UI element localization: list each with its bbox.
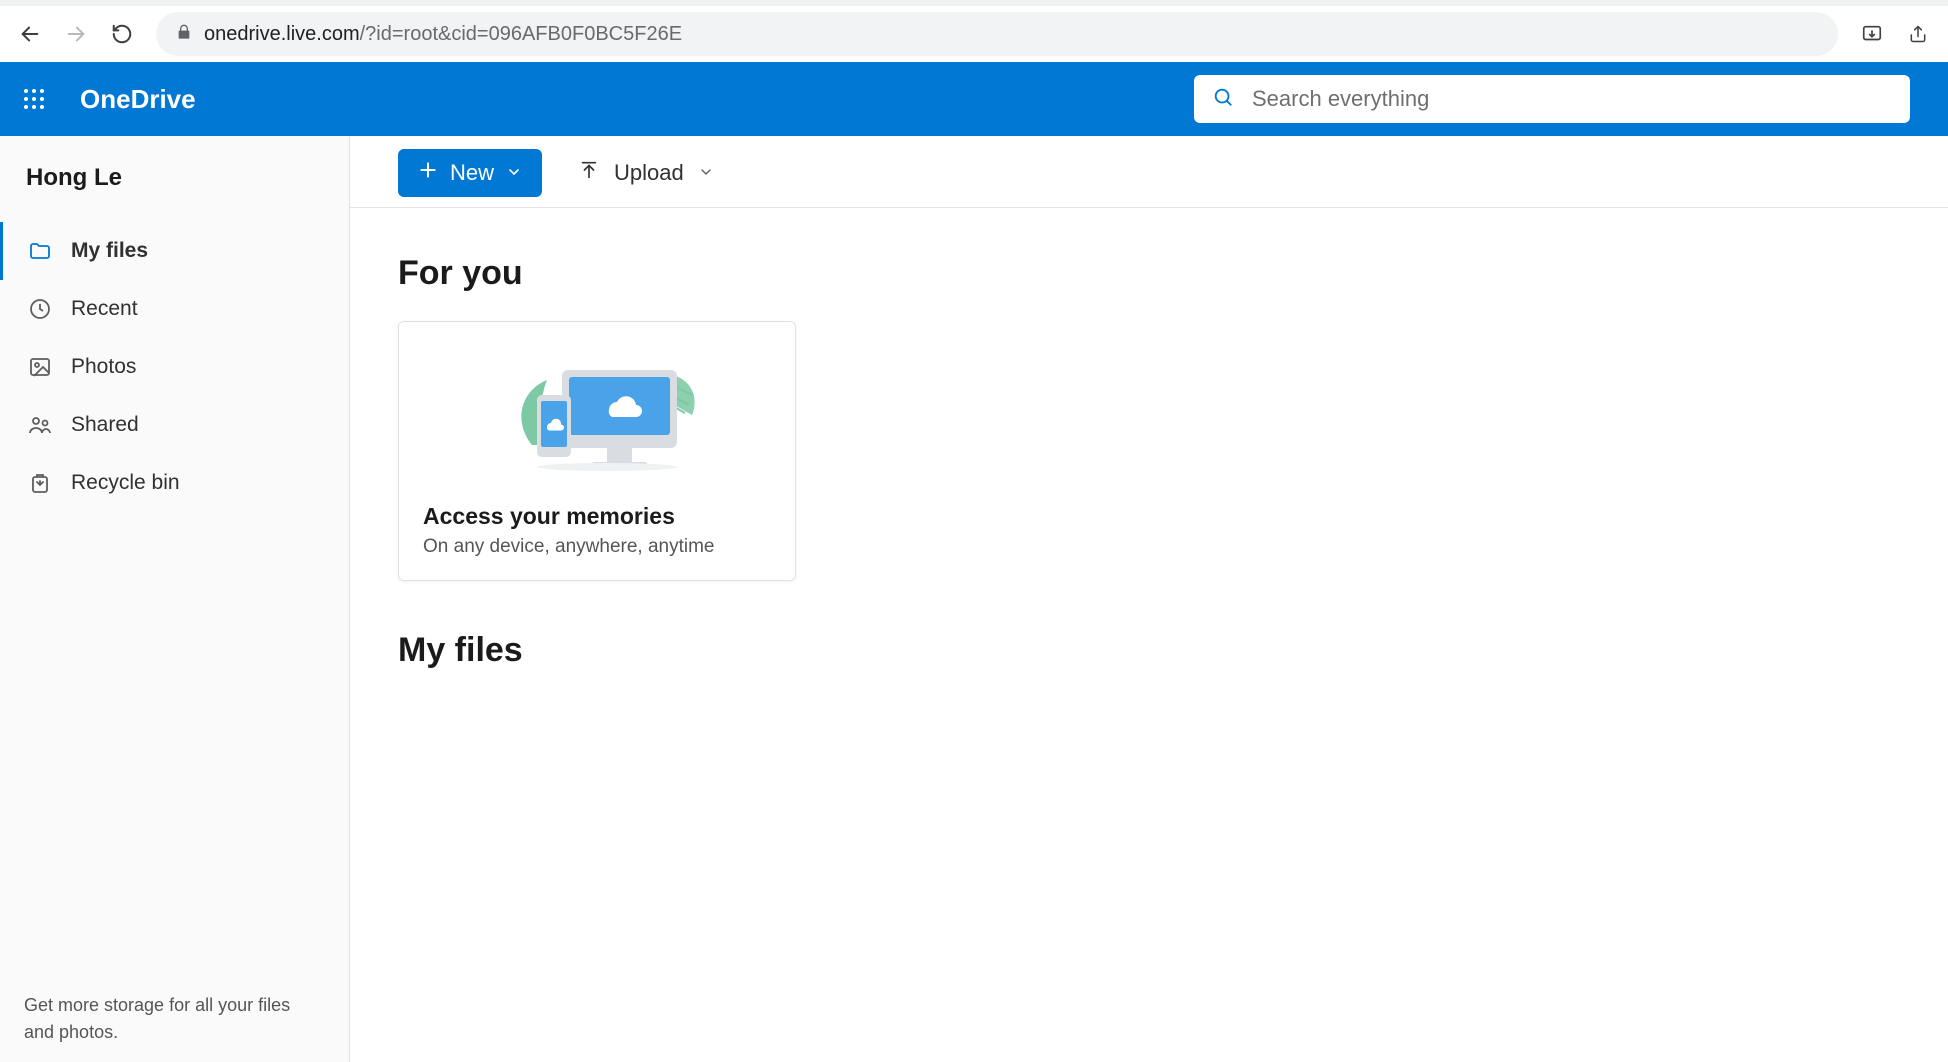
- sidebar-item-label: Recycle bin: [71, 471, 180, 495]
- url-path: /?id=root&cid=096AFB0F0BC5F26E: [360, 23, 682, 45]
- sidebar-storage-promo[interactable]: Get more storage for all your files and …: [0, 976, 349, 1062]
- lock-icon: [176, 23, 192, 46]
- for-you-heading: For you: [398, 254, 1900, 293]
- folder-icon: [27, 239, 53, 263]
- search-icon: [1212, 86, 1234, 113]
- plus-icon: [418, 160, 438, 186]
- app-launcher-button[interactable]: [8, 73, 60, 125]
- address-bar[interactable]: onedrive.live.com/?id=root&cid=096AFB0F0…: [156, 12, 1838, 56]
- new-button-label: New: [450, 160, 494, 186]
- clock-icon: [27, 297, 53, 321]
- main-content: New Upload For you: [350, 136, 1948, 1062]
- sidebar-item-label: Shared: [71, 413, 139, 437]
- new-button[interactable]: New: [398, 149, 542, 197]
- sidebar-item-label: Recent: [71, 297, 138, 321]
- sidebar-item-my-files[interactable]: My files: [0, 222, 349, 280]
- url-text: onedrive.live.com/?id=root&cid=096AFB0F0…: [204, 23, 682, 46]
- reload-button[interactable]: [110, 22, 134, 46]
- upload-button-label: Upload: [614, 160, 684, 186]
- sidebar-item-label: Photos: [71, 355, 136, 379]
- command-bar: New Upload: [350, 138, 1948, 208]
- card-illustration: [399, 322, 795, 487]
- url-host: onedrive.live.com: [204, 23, 360, 45]
- sidebar-item-recycle-bin[interactable]: Recycle bin: [0, 454, 349, 512]
- chevron-down-icon: [506, 160, 522, 186]
- upload-icon: [578, 159, 600, 187]
- install-app-icon[interactable]: [1860, 22, 1884, 46]
- sidebar-item-photos[interactable]: Photos: [0, 338, 349, 396]
- sidebar-item-recent[interactable]: Recent: [0, 280, 349, 338]
- sidebar: Hong Le My files Recent Photos Shared: [0, 136, 350, 1062]
- upload-button[interactable]: Upload: [570, 149, 722, 197]
- share-icon[interactable]: [1906, 22, 1930, 46]
- memories-card[interactable]: Access your memories On any device, anyw…: [398, 321, 796, 581]
- card-title: Access your memories: [423, 503, 771, 530]
- search-box[interactable]: [1194, 75, 1910, 123]
- for-you-section: For you: [350, 208, 1948, 601]
- recycle-icon: [27, 471, 53, 495]
- back-button[interactable]: [18, 22, 42, 46]
- browser-toolbar: onedrive.live.com/?id=root&cid=096AFB0F0…: [0, 0, 1948, 62]
- my-files-heading: My files: [398, 631, 1900, 670]
- chevron-down-icon: [698, 160, 714, 186]
- people-icon: [27, 413, 53, 437]
- app-name[interactable]: OneDrive: [80, 84, 196, 115]
- forward-button[interactable]: [64, 22, 88, 46]
- sidebar-user-name[interactable]: Hong Le: [0, 164, 349, 222]
- app-header: OneDrive: [0, 62, 1948, 136]
- search-input[interactable]: [1252, 86, 1892, 112]
- sidebar-item-label: My files: [71, 239, 148, 263]
- sidebar-item-shared[interactable]: Shared: [0, 396, 349, 454]
- my-files-section: My files: [350, 601, 1948, 718]
- card-subtitle: On any device, anywhere, anytime: [423, 536, 771, 558]
- image-icon: [27, 355, 53, 379]
